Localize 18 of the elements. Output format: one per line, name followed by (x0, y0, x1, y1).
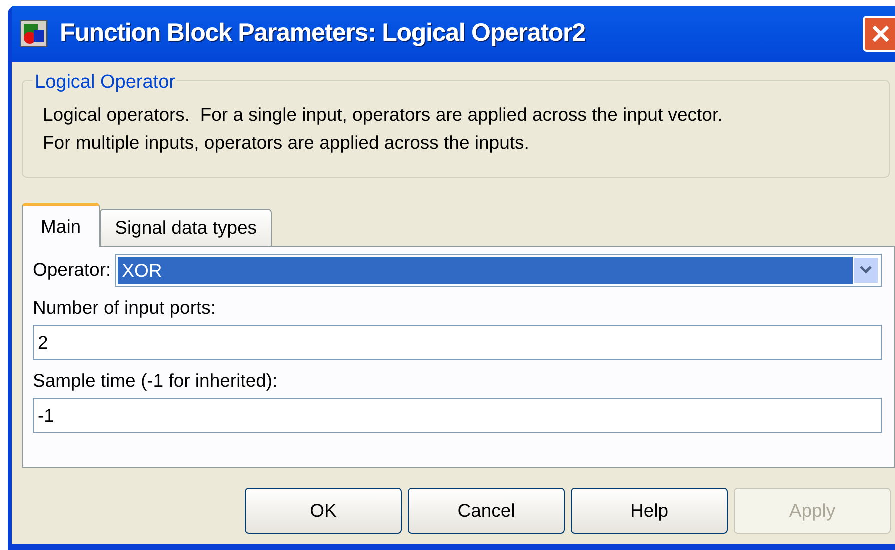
input-field[interactable]: -1 (33, 398, 882, 433)
dialog-button[interactable]: Cancel (408, 488, 565, 534)
close-button[interactable] (863, 16, 895, 52)
field-label: Sample time (-1 for inherited): (33, 369, 279, 393)
chevron-down-icon (859, 265, 873, 275)
block-diagram-icon (20, 20, 48, 48)
operator-label: Operator: (33, 258, 112, 282)
dialog-button[interactable]: Help (571, 488, 728, 534)
dropdown-button[interactable] (853, 256, 879, 284)
close-icon (871, 24, 891, 44)
description-text: Logical operators. For a single input, operators are applied across the input vector. For multiple inputs, operators are applied across the inputs. (43, 103, 724, 155)
window-title: Function Block Parameters: Logical Operator2 (60, 18, 586, 50)
input-field[interactable]: 2 (33, 325, 882, 360)
dialog-button[interactable]: OK (245, 488, 402, 534)
operator-dropdown[interactable]: XOR (115, 254, 882, 286)
tab[interactable]: Main (22, 203, 100, 247)
tab[interactable]: Signal data types (100, 209, 272, 246)
field-label: Number of input ports: (33, 296, 218, 320)
